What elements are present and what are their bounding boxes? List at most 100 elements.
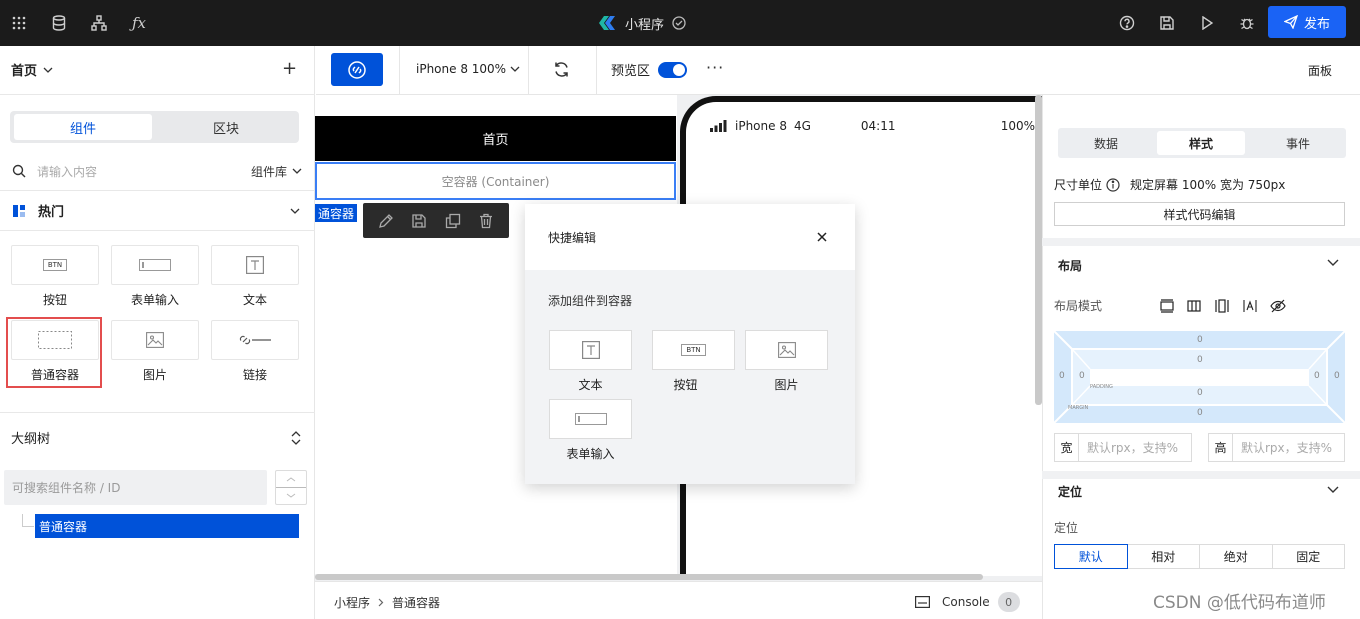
quick-add-form-input[interactable] [549, 399, 632, 439]
chevron-down-icon [510, 66, 520, 72]
padding-left[interactable]: 0 [1079, 371, 1085, 381]
breadcrumb-item[interactable]: 普通容器 [392, 594, 440, 611]
refresh-icon[interactable] [553, 61, 570, 78]
preview-toggle[interactable] [658, 61, 688, 78]
debug-icon[interactable] [1236, 12, 1258, 34]
section-divider [1042, 238, 1360, 246]
save-block-icon[interactable] [411, 213, 427, 229]
link-icon [239, 335, 271, 345]
breadcrumb-item[interactable]: 小程序 [334, 594, 370, 611]
position-option-default[interactable]: 默认 [1054, 544, 1128, 569]
width-input[interactable]: 默认rpx，支持% [1079, 439, 1178, 456]
search-input[interactable]: 请输入内容 [37, 163, 251, 180]
hot-section-header[interactable]: 热门 [12, 201, 300, 220]
play-icon[interactable] [1196, 12, 1218, 34]
highlight-box [6, 317, 102, 388]
info-icon[interactable] [1106, 177, 1120, 192]
hierarchy-icon[interactable] [88, 12, 110, 34]
empty-container[interactable]: 空容器 (Container) [315, 162, 676, 200]
lowcode-mode-button[interactable] [331, 53, 383, 86]
image-icon [146, 332, 164, 348]
link-mode-icon [348, 60, 366, 79]
layout-block-icon[interactable] [1160, 299, 1174, 313]
tab-blocks[interactable]: 区块 [156, 114, 296, 140]
component-image[interactable] [111, 320, 199, 360]
position-option-fixed[interactable]: 固定 [1273, 545, 1345, 568]
page-selector[interactable]: 首页 [11, 60, 53, 79]
component-button[interactable]: BTN [11, 245, 99, 285]
tab-components[interactable]: 组件 [14, 114, 152, 140]
padding-bottom[interactable]: 0 [1197, 388, 1203, 398]
panel-button[interactable]: 面板 [1308, 62, 1332, 79]
divider [528, 46, 529, 95]
chevron-down-icon [290, 208, 300, 214]
margin-left[interactable]: 0 [1059, 371, 1065, 381]
component-form-input[interactable] [111, 245, 199, 285]
signal-icon [710, 120, 727, 132]
component-action-bar [363, 203, 509, 238]
width-label: 宽 [1055, 434, 1079, 461]
component-search: 请输入内容 组件库 [12, 162, 302, 180]
hidden-eye-icon[interactable] [1270, 299, 1286, 313]
chevron-down-icon[interactable] [1327, 486, 1339, 493]
quick-add-text[interactable] [549, 330, 632, 370]
check-circle-icon [672, 16, 686, 30]
close-icon[interactable] [817, 232, 827, 242]
quick-add-button[interactable]: BTN [652, 330, 735, 370]
position-option-relative[interactable]: 相对 [1128, 545, 1200, 568]
position-label: 定位 [1054, 521, 1079, 535]
margin-top[interactable]: 0 [1197, 335, 1203, 345]
quick-edit-title: 快捷编辑 [548, 230, 597, 245]
outline-header[interactable]: 大纲树 [11, 428, 301, 447]
copy-icon[interactable] [445, 213, 461, 229]
chevron-down-icon [292, 168, 302, 174]
console-icon [915, 596, 930, 608]
clock: 04:11 [860, 119, 896, 133]
delete-icon[interactable] [478, 213, 494, 229]
database-icon[interactable] [48, 12, 70, 34]
outline-search-input[interactable]: 可搜索组件名称 / ID [4, 470, 267, 505]
layout-inline-icon[interactable] [1243, 299, 1257, 313]
layout-flex-icon[interactable] [1215, 299, 1229, 313]
function-icon[interactable]: ƒx [128, 12, 150, 34]
help-icon[interactable] [1116, 12, 1138, 34]
edit-icon[interactable] [378, 213, 394, 229]
device-label: iPhone 8 100% [416, 62, 507, 76]
outline-stepper[interactable] [275, 470, 307, 505]
input-icon [139, 259, 171, 271]
preview-label: 预览区 [611, 64, 651, 79]
device-selector[interactable]: iPhone 8 100% [416, 62, 520, 76]
tab-events[interactable]: 事件 [1254, 131, 1342, 155]
tab-style[interactable]: 样式 [1157, 131, 1245, 155]
tree-node-container[interactable]: 普通容器 [35, 514, 299, 538]
horizontal-scrollbar[interactable] [315, 574, 983, 580]
layout-inline-block-icon[interactable] [1187, 299, 1201, 313]
divider [399, 46, 400, 95]
chevron-down-icon[interactable] [1327, 259, 1339, 266]
app-title: 小程序 [597, 11, 686, 35]
style-code-button[interactable]: 样式代码编辑 [1054, 202, 1345, 226]
console-toggle[interactable]: Console 0 [915, 592, 1020, 612]
tab-data[interactable]: 数据 [1062, 131, 1150, 155]
component-link[interactable] [211, 320, 299, 360]
add-page-icon[interactable]: + [282, 58, 297, 79]
breadcrumb: 小程序 普通容器 [334, 594, 440, 611]
more-icon[interactable]: ··· [706, 58, 724, 77]
vertical-scrollbar[interactable] [1035, 95, 1042, 405]
component-label: 表单输入 [130, 293, 179, 307]
library-dropdown[interactable]: 组件库 [251, 163, 302, 180]
width-field[interactable]: 宽 默认rpx，支持% [1054, 433, 1192, 462]
margin-bottom[interactable]: 0 [1197, 408, 1203, 418]
publish-button[interactable]: 发布 [1268, 6, 1346, 38]
component-label: 按钮 [42, 293, 67, 307]
margin-right[interactable]: 0 [1334, 371, 1340, 381]
padding-right[interactable]: 0 [1314, 371, 1320, 381]
padding-top[interactable]: 0 [1197, 355, 1203, 365]
grid-icon[interactable] [8, 12, 30, 34]
height-field[interactable]: 高 默认rpx，支持% [1208, 433, 1345, 462]
position-option-absolute[interactable]: 绝对 [1200, 545, 1273, 568]
height-input[interactable]: 默认rpx，支持% [1233, 439, 1332, 456]
component-text[interactable] [211, 245, 299, 285]
save-icon[interactable] [1156, 12, 1178, 34]
quick-add-image[interactable] [745, 330, 828, 370]
